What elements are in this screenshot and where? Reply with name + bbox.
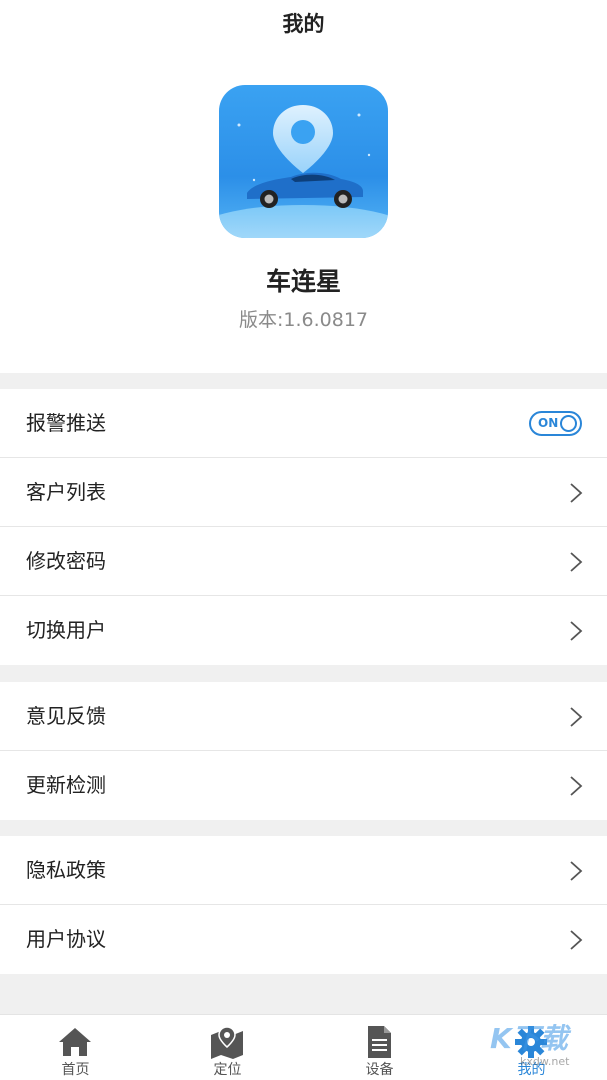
chevron-right-icon <box>570 707 583 727</box>
row-customer-list[interactable]: 客户列表 <box>0 458 607 527</box>
row-feedback[interactable]: 意见反馈 <box>0 682 607 751</box>
chevron-right-icon <box>570 552 583 572</box>
tab-devices[interactable]: 设备 <box>304 1015 455 1080</box>
row-label: 修改密码 <box>26 549 106 573</box>
app-version: 版本:1.6.0817 <box>238 309 368 331</box>
document-icon <box>368 1026 391 1058</box>
settings-group-account: 报警推送 ON 客户列表 修改密码 切换用户 <box>0 389 607 665</box>
toggle-knob <box>560 415 577 432</box>
chevron-right-icon <box>570 776 583 796</box>
chevron-right-icon <box>570 483 583 503</box>
row-label: 隐私政策 <box>26 858 106 882</box>
app-name: 车连星 <box>265 267 341 296</box>
home-icon <box>59 1028 91 1056</box>
map-icon <box>211 1026 243 1059</box>
settings-page: 我的 车连星 版本:1.6.0817 报警推送 ON 客户列表 修改密码 切换用… <box>0 0 607 1080</box>
page-title: 我的 <box>282 12 325 36</box>
tab-label: 首页 <box>61 1062 90 1078</box>
profile-section: 我的 车连星 版本:1.6.0817 <box>0 0 607 373</box>
row-label: 报警推送 <box>26 411 106 435</box>
row-label: 切换用户 <box>26 618 106 642</box>
chevron-right-icon <box>570 621 583 641</box>
row-alarm-push[interactable]: 报警推送 ON <box>0 389 607 458</box>
row-label: 意见反馈 <box>26 704 106 728</box>
row-change-password[interactable]: 修改密码 <box>0 527 607 596</box>
settings-group-support: 意见反馈 更新检测 <box>0 682 607 820</box>
tab-home[interactable]: 首页 <box>0 1015 151 1080</box>
row-label: 用户协议 <box>26 927 106 951</box>
toggle-label: ON <box>538 416 559 430</box>
watermark: K下载 kxdw.net <box>490 1022 607 1080</box>
settings-group-legal: 隐私政策 用户协议 <box>0 836 607 974</box>
row-user-agreement[interactable]: 用户协议 <box>0 905 607 974</box>
watermark-subtext: kxdw.net <box>520 1055 570 1068</box>
tab-label: 设备 <box>365 1062 394 1078</box>
tab-label: 定位 <box>213 1062 242 1078</box>
watermark-text: K下载 <box>490 1022 568 1055</box>
row-label: 客户列表 <box>26 480 106 504</box>
chevron-right-icon <box>570 861 583 881</box>
tab-location[interactable]: 定位 <box>152 1015 303 1080</box>
row-switch-user[interactable]: 切换用户 <box>0 596 607 665</box>
alarm-push-toggle[interactable]: ON <box>529 411 582 436</box>
app-logo-icon <box>219 85 388 238</box>
row-privacy-policy[interactable]: 隐私政策 <box>0 836 607 905</box>
row-label: 更新检测 <box>26 773 106 797</box>
chevron-right-icon <box>570 930 583 950</box>
row-update-check[interactable]: 更新检测 <box>0 751 607 820</box>
